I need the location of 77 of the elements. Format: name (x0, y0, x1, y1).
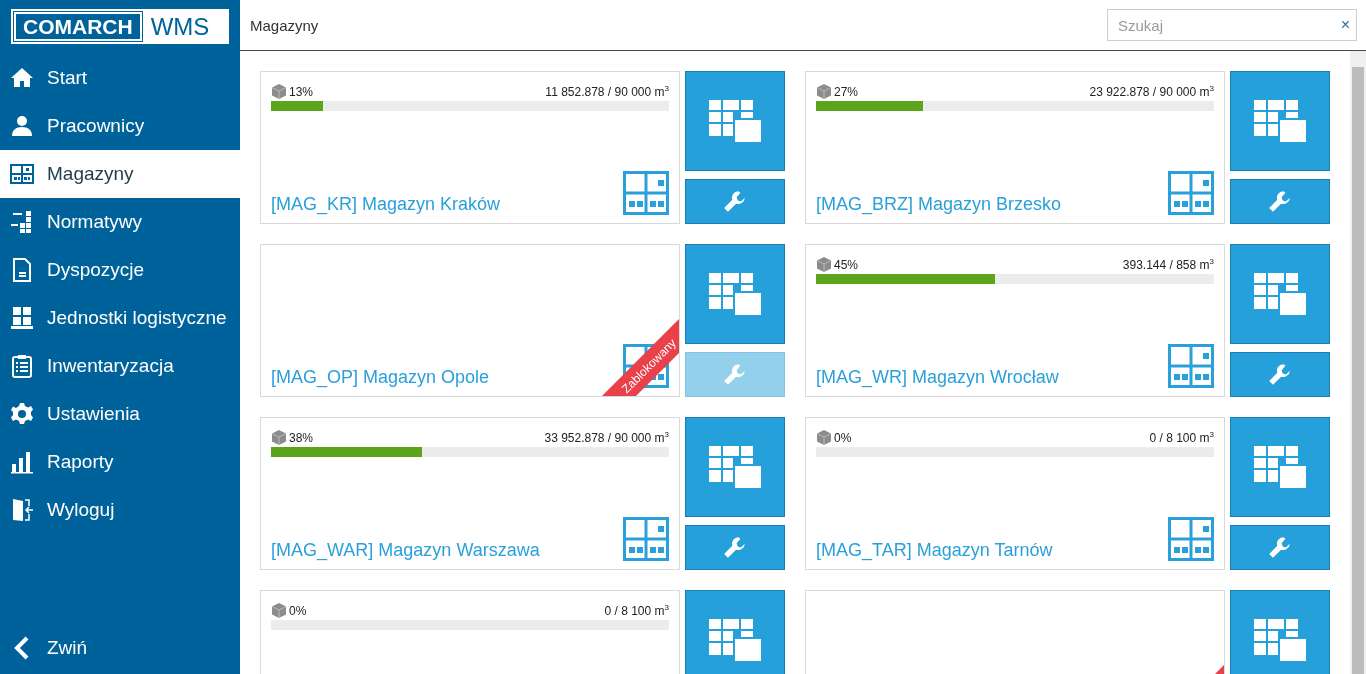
cube-icon (271, 429, 287, 445)
sidebar-item[interactable]: Wyloguj (0, 486, 240, 534)
rack-icon (1168, 517, 1214, 561)
warehouse-card[interactable]: 13% 11 852.878 / 90 000 m$^{3}$ [MAG_KR] Magazyn Kraków (260, 71, 680, 224)
max-min-icon (10, 210, 34, 234)
cube-icon (816, 256, 832, 272)
cube-icon (271, 83, 287, 99)
warehouse-layout-button[interactable] (1230, 590, 1330, 674)
sidebar-item[interactable]: Dyspozycje (0, 246, 240, 294)
sidebar-item[interactable]: Normatywy (0, 198, 240, 246)
warehouse-card[interactable]: 45% 393.144 / 858 m$^{3}$ [MAG_WR] Magazyn Wrocław (805, 244, 1225, 397)
volume-text: 33 952.878 / 90 000 m$^{3}$ (544, 430, 669, 445)
clipboard-icon (10, 354, 34, 378)
clear-search-button[interactable]: × (1340, 16, 1350, 34)
logo-product: WMS (149, 11, 211, 42)
fill-percent: 38% (289, 431, 314, 445)
fill-percent: 0% (289, 604, 307, 618)
warehouse-card[interactable]: 27% 23 922.878 / 90 000 m$^{3}$ [MAG_BRZ] Magazyn Brzesko (805, 71, 1225, 224)
settings-button[interactable] (1230, 352, 1330, 397)
warehouse-layout-button[interactable] (1230, 244, 1330, 344)
warehouse-card[interactable]: 0% 0 / 8 100 m$^{3}$ [MAG_TAR] Magazyn Tarnów (805, 417, 1225, 570)
volume-text: 23 922.878 / 90 000 m$^{3}$ (1089, 84, 1214, 99)
layout-grid-icon (709, 446, 761, 488)
bar-chart-icon (10, 450, 34, 474)
settings-button[interactable] (1230, 179, 1330, 224)
rack-icon (1168, 171, 1214, 215)
layout-grid-icon (1254, 273, 1306, 315)
volume-text: 393.144 / 858 m$^{3}$ (1122, 257, 1214, 272)
rack-icon (623, 171, 669, 215)
fill-percent: 27% (834, 85, 859, 99)
document-icon (10, 258, 34, 282)
cube-icon (816, 429, 832, 445)
rack-icon (623, 517, 669, 561)
layout-grid-icon (709, 273, 761, 315)
warehouse-layout-button[interactable] (685, 71, 785, 171)
sidebar-item[interactable]: Pracownicy (0, 102, 240, 150)
page-title: Magazyny (250, 16, 319, 34)
warehouse-layout-button[interactable] (1230, 71, 1330, 171)
settings-icon (10, 402, 34, 426)
settings-button[interactable] (685, 179, 785, 224)
pallet-icon (10, 306, 34, 330)
rack-icon (1168, 344, 1214, 388)
door-icon (10, 498, 34, 522)
layout-grid-icon (709, 100, 761, 142)
sidebar-item[interactable]: Raporty (0, 438, 240, 486)
warehouse-card[interactable]: 0% 0 / 8 100 m$^{3}$ (260, 590, 680, 674)
layout-grid-icon (1254, 446, 1306, 488)
collapse-button[interactable]: Zwiń (0, 624, 240, 672)
sidebar-item[interactable]: Inwentaryzacja (0, 342, 240, 390)
layout-grid-icon (1254, 619, 1306, 661)
warehouse-icon (10, 162, 34, 186)
sidebar-item[interactable]: Ustawienia (0, 390, 240, 438)
warehouse-card[interactable]: 38% 33 952.878 / 90 000 m$^{3}$ [MAG_WAR] Magazyn Warszawa (260, 417, 680, 570)
settings-button[interactable] (1230, 525, 1330, 570)
layout-grid-icon (709, 619, 761, 661)
warehouse-layout-button[interactable] (685, 590, 785, 674)
fill-percent: 45% (834, 258, 859, 272)
settings-button[interactable] (685, 525, 785, 570)
sidebar-item[interactable]: Magazyny (0, 150, 240, 198)
home-icon (10, 66, 34, 90)
scrollbar[interactable] (1350, 51, 1366, 674)
sidebar-item[interactable]: Jednostki logistyczne (0, 294, 240, 342)
volume-text: 11 852.878 / 90 000 m$^{3}$ (545, 84, 669, 99)
layout-grid-icon (1254, 100, 1306, 142)
fill-percent: 0% (834, 431, 852, 445)
sidebar-item[interactable]: Start (0, 54, 240, 102)
cube-icon (816, 83, 832, 99)
fill-percent: 13% (289, 85, 314, 99)
warehouse-layout-button[interactable] (685, 244, 785, 344)
volume-text: 0 / 8 100 m$^{3}$ (604, 603, 669, 618)
volume-text: 0 / 8 100 m$^{3}$ (1149, 430, 1214, 445)
search-field[interactable]: Szukaj × (1107, 9, 1357, 41)
cube-icon (271, 602, 287, 618)
logo-brand: COMARCH (13, 11, 143, 42)
warehouse-layout-button[interactable] (685, 417, 785, 517)
person-icon (10, 114, 34, 138)
warehouse-layout-button[interactable] (1230, 417, 1330, 517)
